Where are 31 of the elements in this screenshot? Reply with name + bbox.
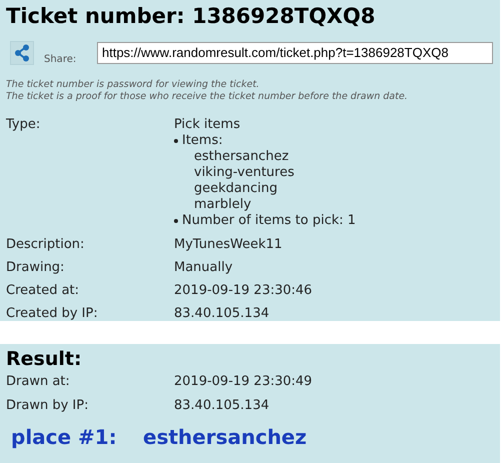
field-label: Drawn by IP: [6, 398, 90, 414]
item-name: esthersanchez [193, 149, 290, 165]
field-value: 2019-09-19 23:30:46 [174, 283, 312, 299]
item-name: geekdancing [193, 181, 278, 197]
field-value: Manually [174, 260, 233, 276]
item-name: viking-ventures [193, 165, 296, 181]
share-icon[interactable] [10, 40, 34, 64]
field-label: Drawn at: [6, 374, 71, 390]
field-value: MyTunesWeek11 [174, 237, 282, 253]
bullet-icon [174, 139, 178, 143]
field-value: 2019-09-19 23:30:49 [174, 374, 312, 390]
list-item: Items: [182, 133, 223, 149]
field-value: Pick items [174, 117, 242, 133]
list-item: Number of items to pick: 1 [182, 213, 356, 229]
note-text: The ticket number is password for viewing the ticket. [6, 79, 260, 91]
share-label: Share: [44, 53, 78, 67]
url-field[interactable]: https://www.randomresult.com/ticket.php?t=1386928TQXQ8 [97, 42, 493, 64]
place-label: place #1: [11, 424, 118, 450]
winner-name: esthersanchez [143, 424, 307, 450]
field-label: Description: [6, 237, 86, 253]
section-title: Result: [6, 347, 83, 372]
item-name: marblely [193, 197, 252, 213]
field-label: Type: [6, 117, 42, 133]
field-label: Created at: [6, 283, 80, 299]
page-title: Ticket number: 1386928TQXQ8 [6, 3, 376, 30]
field-label: Created by IP: [6, 306, 99, 322]
field-label: Drawing: [6, 260, 66, 276]
field-value: 83.40.105.134 [174, 398, 270, 414]
field-value: 83.40.105.134 [174, 306, 270, 322]
note-text: The ticket is a proof for those who receive the ticket number before the drawn date. [6, 91, 409, 103]
bullet-icon [174, 219, 178, 223]
